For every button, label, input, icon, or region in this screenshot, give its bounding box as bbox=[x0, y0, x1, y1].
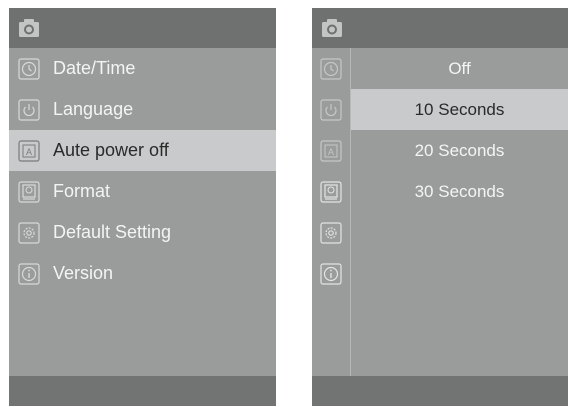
menu-item-label: Default Setting bbox=[53, 222, 172, 242]
svg-text:A: A bbox=[328, 147, 334, 157]
format-icon bbox=[312, 171, 350, 212]
menu-icon-column: A bbox=[312, 48, 351, 376]
gear-icon bbox=[18, 221, 40, 244]
menu-item-label: Aute power off bbox=[53, 140, 169, 160]
info-icon bbox=[18, 262, 40, 285]
bottom-bar bbox=[9, 376, 276, 406]
camera-icon bbox=[18, 18, 40, 38]
settings-screen: Date/Time Language A Aute power off Form… bbox=[9, 8, 276, 406]
option-off[interactable]: Off bbox=[351, 48, 568, 89]
gear-icon bbox=[312, 212, 350, 253]
camera-icon bbox=[321, 18, 343, 38]
menu-item-label: Version bbox=[53, 263, 114, 283]
menu-item-language[interactable]: Language bbox=[9, 89, 276, 130]
option-20-seconds[interactable]: 20 Seconds bbox=[351, 130, 568, 171]
menu-item-label: Format bbox=[53, 181, 111, 201]
top-bar bbox=[9, 8, 276, 48]
auto-a-icon: A bbox=[18, 139, 40, 162]
bottom-bar bbox=[312, 376, 568, 406]
power-icon bbox=[312, 89, 350, 130]
option-30-seconds[interactable]: 30 Seconds bbox=[351, 171, 568, 212]
info-icon bbox=[312, 253, 350, 294]
clock-icon bbox=[18, 57, 40, 80]
menu-item-default-setting[interactable]: Default Setting bbox=[9, 212, 276, 253]
auto-power-off-screen: A Off 10 Seconds 20 Seconds 30 Seconds bbox=[312, 8, 568, 406]
menu-item-format[interactable]: Format bbox=[9, 171, 276, 212]
auto-power-off-options: Off 10 Seconds 20 Seconds 30 Seconds bbox=[351, 48, 568, 212]
menu-item-date-time[interactable]: Date/Time bbox=[9, 48, 276, 89]
menu-item-label: Language bbox=[53, 99, 134, 119]
menu-item-auto-power-off[interactable]: A Aute power off bbox=[9, 130, 276, 171]
svg-text:A: A bbox=[26, 147, 32, 157]
menu-item-label: Date/Time bbox=[53, 58, 136, 78]
option-10-seconds[interactable]: 10 Seconds bbox=[351, 89, 568, 130]
format-icon bbox=[18, 180, 40, 203]
menu-item-version[interactable]: Version bbox=[9, 253, 276, 294]
auto-a-icon: A bbox=[312, 130, 350, 171]
power-icon bbox=[18, 98, 40, 121]
top-bar bbox=[312, 8, 568, 48]
settings-menu: Date/Time Language A Aute power off Form… bbox=[9, 48, 276, 294]
clock-icon bbox=[312, 48, 350, 89]
